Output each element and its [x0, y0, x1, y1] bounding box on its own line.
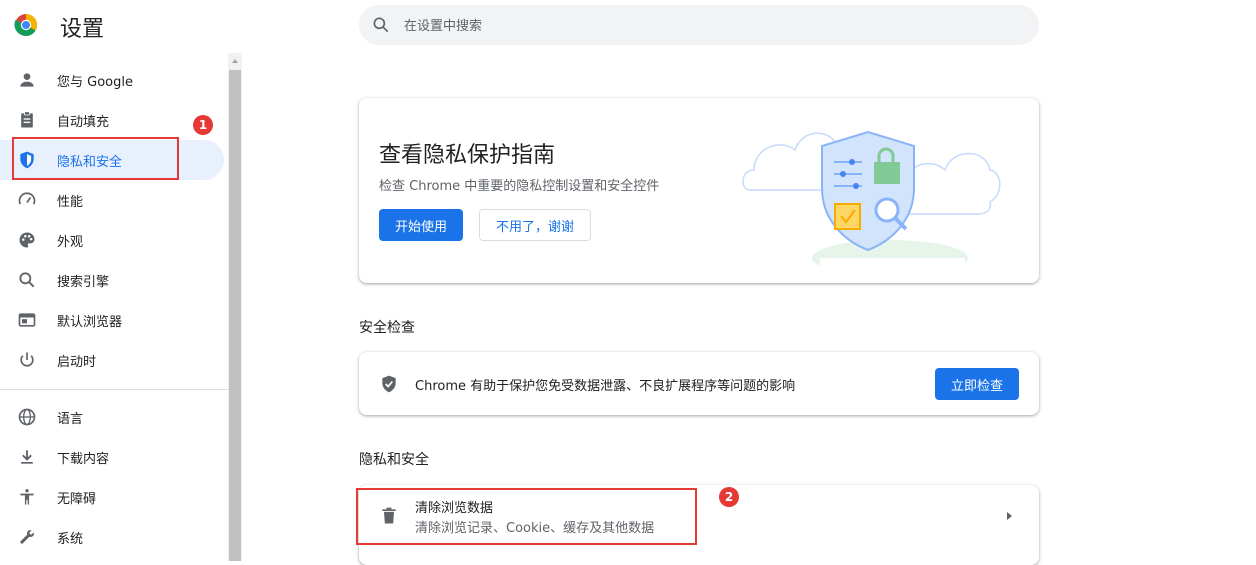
sidebar-item-autofill[interactable]: 自动填充 — [0, 100, 224, 140]
annotation-badge-2: 2 — [719, 487, 739, 507]
scroll-up-arrow-icon[interactable] — [229, 55, 241, 67]
search-icon — [19, 272, 35, 288]
sidebar-item-accessibility[interactable]: 无障碍 — [0, 477, 224, 517]
sidebar-item-you-and-google[interactable]: 您与 Google — [0, 60, 224, 100]
sidebar-item-label: 自动填充 — [57, 115, 110, 130]
sidebar-item-system[interactable]: 系统 — [0, 517, 224, 557]
person-icon — [20, 73, 34, 87]
sidebar-scrollbar-thumb[interactable] — [229, 70, 241, 561]
privacy-section-heading: 隐私和安全 — [359, 452, 429, 468]
annotation-highlight-1 — [12, 137, 179, 180]
annotation-badge-1: 1 — [193, 115, 213, 135]
shield-check-icon — [382, 375, 396, 393]
sidebar-item-label: 无障碍 — [57, 492, 97, 507]
safety-check-description: Chrome 有助于保护您免受数据泄露、不良扩展程序等问题的影响 — [415, 379, 796, 394]
safety-check-heading: 安全检查 — [359, 320, 415, 336]
globe-icon — [18, 408, 36, 426]
start-button[interactable]: 开始使用 — [379, 209, 463, 241]
privacy-guide-description: 检查 Chrome 中重要的隐私控制设置和安全控件 — [379, 179, 660, 194]
search-icon — [373, 17, 389, 33]
browser-window-icon — [18, 313, 36, 327]
power-icon — [20, 352, 34, 367]
chrome-logo-icon — [14, 14, 37, 36]
sidebar-item-downloads[interactable]: 下载内容 — [0, 437, 224, 477]
speedometer-icon — [18, 192, 36, 205]
privacy-guide-illustration — [742, 130, 1001, 266]
sidebar-item-label: 外观 — [57, 235, 84, 250]
clipboard-icon — [21, 111, 33, 128]
wrench-icon — [19, 530, 34, 545]
sidebar-item-default-browser[interactable]: 默认浏览器 — [0, 300, 224, 340]
sidebar-item-label: 搜索引擎 — [57, 275, 110, 290]
sidebar-item-label: 性能 — [57, 195, 84, 210]
sidebar-item-on-startup[interactable]: 启动时 — [0, 340, 224, 380]
search-input[interactable]: 在设置中搜索 — [404, 15, 482, 34]
no-thanks-button[interactable]: 不用了，谢谢 — [479, 209, 591, 241]
sidebar-item-label: 下载内容 — [57, 452, 110, 467]
palette-icon — [19, 232, 35, 248]
download-icon — [21, 450, 33, 464]
sidebar-item-label: 启动时 — [57, 355, 97, 370]
sidebar-divider — [0, 389, 228, 390]
page-title: 设置 — [60, 17, 105, 42]
annotation-highlight-2 — [356, 488, 697, 545]
sidebar-item-performance[interactable]: 性能 — [0, 180, 224, 220]
check-now-button[interactable]: 立即检查 — [935, 368, 1019, 400]
sidebar-item-label: 语言 — [57, 412, 84, 427]
sidebar-item-appearance[interactable]: 外观 — [0, 220, 224, 260]
sidebar-item-label: 系统 — [57, 532, 84, 547]
accessibility-icon — [20, 489, 34, 505]
chevron-right-icon — [1007, 512, 1012, 520]
privacy-guide-title: 查看隐私保护指南 — [379, 143, 556, 168]
sidebar-item-label: 默认浏览器 — [57, 315, 123, 330]
sidebar-item-search-engine[interactable]: 搜索引擎 — [0, 260, 224, 300]
sidebar-item-label: 您与 Google — [57, 75, 133, 90]
sidebar-item-languages[interactable]: 语言 — [0, 397, 224, 437]
